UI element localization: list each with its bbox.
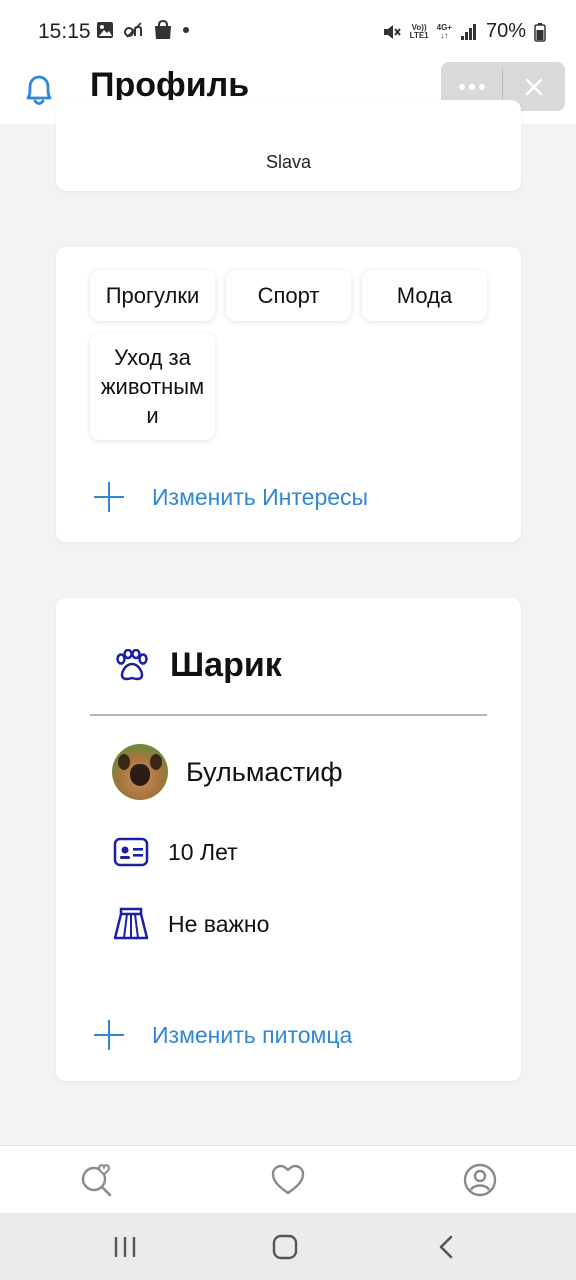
plus-icon — [94, 482, 124, 512]
status-right-icons: Vo)) LTE1 4G+ ↓↑ 70% — [382, 20, 546, 43]
pet-name: Шарик — [170, 646, 282, 684]
4g-icon: 4G+ ↓↑ — [437, 23, 452, 40]
notification-dot-icon — [183, 27, 189, 33]
plus-icon — [94, 1020, 124, 1050]
net-label-bottom: ↓↑ — [440, 30, 449, 40]
owner-card: Slava — [56, 100, 521, 191]
status-left-icons — [96, 20, 191, 40]
pet-header: Шарик — [112, 646, 282, 685]
image-icon — [97, 22, 113, 38]
pet-divider — [90, 714, 487, 716]
edit-pet-label: Изменить питомца — [152, 1021, 353, 1048]
close-icon — [525, 78, 543, 95]
back-icon[interactable] — [432, 1233, 462, 1261]
battery-icon — [534, 22, 546, 42]
volte-icon: Vo)) LTE1 — [409, 23, 429, 40]
heart-icon[interactable] — [270, 1162, 306, 1198]
edit-pet-button[interactable]: Изменить питомца — [94, 1020, 352, 1050]
interest-chip[interactable]: Уход за животным и — [90, 333, 215, 440]
edit-interests-label: Изменить Интересы — [152, 483, 369, 510]
interest-chip[interactable]: Прогулки — [90, 270, 215, 321]
sim-no-service-icon — [124, 22, 142, 38]
pet-avatar — [112, 744, 168, 800]
profile-icon[interactable] — [462, 1162, 498, 1198]
bell-icon[interactable] — [22, 70, 56, 108]
status-bar: 15:15 Vo)) LTE1 4G+ ↓↑ 70% — [0, 0, 576, 62]
home-icon[interactable] — [270, 1233, 300, 1261]
paw-icon — [116, 648, 148, 680]
bottom-nav — [0, 1145, 576, 1213]
recent-apps-icon[interactable] — [110, 1233, 140, 1261]
status-time: 15:15 — [38, 20, 91, 43]
pet-card: Шарик Бульмастиф 10 Лет Не важно Изменит… — [56, 598, 521, 1081]
id-card-icon — [113, 837, 149, 867]
interests-card: Прогулки Спорт Мода Уход за животным и И… — [56, 247, 521, 542]
pet-gender-row: Не важно — [112, 906, 269, 942]
system-nav — [0, 1213, 576, 1280]
pet-age: 10 Лет — [168, 838, 238, 865]
pet-gender: Не важно — [168, 910, 270, 937]
volte-label-bottom: LTE1 — [409, 30, 429, 40]
shopping-bag-icon — [155, 20, 171, 39]
search-heart-icon[interactable] — [79, 1162, 115, 1198]
owner-name: Slava — [265, 152, 312, 172]
pet-age-row: 10 Лет — [112, 836, 238, 868]
chip-line: и — [146, 403, 159, 428]
interest-chip[interactable]: Спорт — [226, 270, 351, 321]
chip-line: животным — [100, 374, 205, 399]
battery-percent: 70% — [485, 20, 526, 42]
pet-breed: Бульмастиф — [186, 756, 343, 787]
edit-interests-button[interactable]: Изменить Интересы — [94, 482, 368, 512]
signal-icon — [460, 23, 476, 40]
chip-line: Уход за — [114, 345, 191, 370]
mute-icon — [383, 24, 401, 39]
interest-chip[interactable]: Мода — [362, 270, 487, 321]
pet-breed-row: Бульмастиф — [112, 744, 343, 800]
skirt-icon — [113, 907, 149, 940]
